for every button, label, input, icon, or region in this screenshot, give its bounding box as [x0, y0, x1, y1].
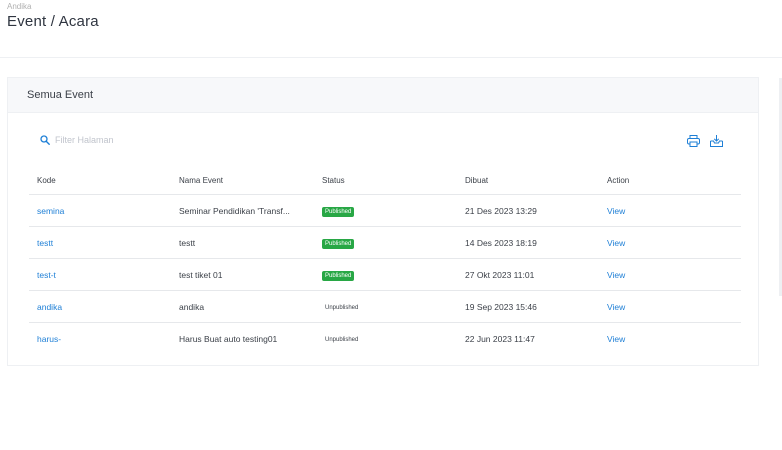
header-status[interactable]: Status: [314, 176, 457, 185]
event-code-link[interactable]: testt: [37, 238, 53, 248]
search-icon: [40, 135, 50, 145]
page-header: Andika Event / Acara: [7, 0, 99, 30]
events-table: Kode Nama Event Status Dibuat Action sem…: [29, 166, 741, 354]
view-link[interactable]: View: [607, 302, 625, 312]
table-row: andika andika Unpublished 19 Sep 2023 15…: [29, 291, 741, 323]
header-action: Action: [607, 175, 630, 185]
event-name: andika: [179, 301, 205, 312]
table-header: Kode Nama Event Status Dibuat Action: [29, 166, 741, 195]
event-name: test tiket 01: [179, 269, 223, 280]
created-date: 14 Des 2023 18:19: [465, 237, 537, 248]
print-button[interactable]: [686, 134, 701, 148]
search-box[interactable]: [40, 135, 165, 145]
breadcrumb[interactable]: Andika: [7, 2, 99, 11]
table-row: semina Seminar Pendidikan 'Transf... Pub…: [29, 195, 741, 227]
header-kode[interactable]: Kode: [29, 176, 171, 185]
table-row: testt testt Published 14 Des 2023 18:19 …: [29, 227, 741, 259]
event-code-link[interactable]: andika: [37, 302, 62, 312]
search-input[interactable]: [55, 135, 165, 145]
header-nama-event[interactable]: Nama Event: [171, 176, 314, 185]
status-badge: Unpublished: [325, 336, 359, 343]
event-code-link[interactable]: harus-: [37, 334, 61, 344]
toolbar: [686, 134, 724, 148]
event-code-link[interactable]: test-t: [37, 270, 56, 280]
view-link[interactable]: View: [607, 238, 625, 248]
header-dibuat[interactable]: Dibuat: [457, 176, 599, 185]
export-icon: [710, 135, 723, 147]
header-divider: [0, 57, 782, 58]
export-button[interactable]: [709, 134, 724, 148]
created-date: 27 Okt 2023 11:01: [465, 269, 535, 280]
table-row: test-t test tiket 01 Published 27 Okt 20…: [29, 259, 741, 291]
created-date: 22 Jun 2023 11:47: [465, 333, 535, 344]
view-link[interactable]: View: [607, 270, 625, 280]
status-badge: Published: [322, 270, 355, 281]
view-link[interactable]: View: [607, 206, 625, 216]
card-title: Semua Event: [8, 78, 758, 113]
created-date: 19 Sep 2023 15:46: [465, 301, 537, 312]
status-badge: Published: [322, 206, 355, 217]
page-title: Event / Acara: [7, 13, 99, 30]
event-name: Seminar Pendidikan 'Transf...: [179, 205, 290, 216]
event-code-link[interactable]: semina: [37, 206, 64, 216]
table-row: harus- Harus Buat auto testing01 Unpubli…: [29, 323, 741, 354]
status-badge: Unpublished: [325, 304, 359, 311]
event-name: Harus Buat auto testing01: [179, 333, 278, 344]
events-card: Semua Event Kode Nama Eve: [7, 77, 759, 366]
view-link[interactable]: View: [607, 334, 625, 344]
event-name: testt: [179, 237, 196, 248]
status-badge: Published: [322, 238, 355, 249]
created-date: 21 Des 2023 13:29: [465, 205, 537, 216]
print-icon: [687, 135, 700, 147]
